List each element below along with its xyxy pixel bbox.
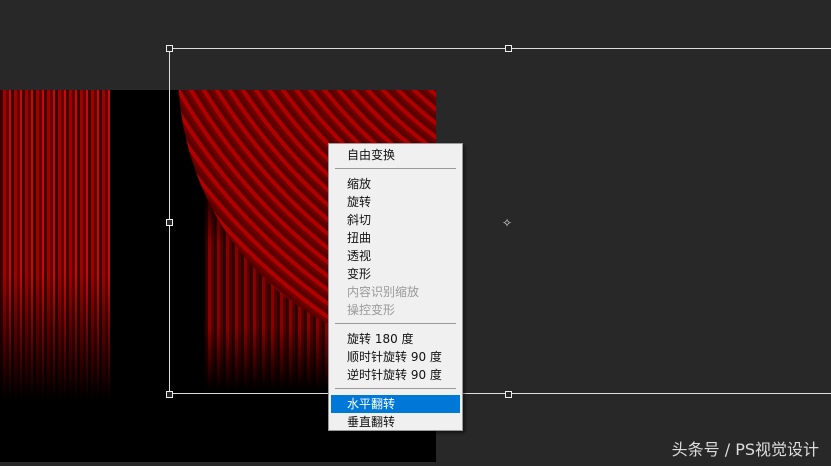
transform-handle-top-left[interactable] bbox=[166, 45, 173, 52]
menu-item[interactable]: 逆时针旋转 90 度 bbox=[331, 366, 460, 384]
context-menu: 自由变换缩放 旋转 斜切 扭曲 透视 变形内容识别缩放 操控变形旋转 180 度顺时针旋转 … bbox=[328, 143, 463, 431]
transform-handle-top[interactable] bbox=[505, 45, 512, 52]
menu-separator bbox=[335, 388, 456, 389]
menu-item: 操控变形 bbox=[347, 303, 396, 317]
transform-handle-left[interactable] bbox=[166, 219, 173, 226]
menu-item[interactable]: 水平翻转 bbox=[331, 395, 460, 413]
menu-item[interactable]: 顺时针旋转 90 度 bbox=[331, 348, 460, 366]
menu-item[interactable]: 透视 bbox=[331, 247, 460, 265]
menu-item[interactable]: 缩放 bbox=[331, 175, 460, 193]
menu-item: 内容识别缩放 bbox=[347, 285, 420, 299]
menu-item[interactable]: 变形 bbox=[331, 265, 460, 283]
watermark: 头条号 / PS视觉设计 bbox=[671, 440, 819, 459]
menu-item[interactable]: 自由变换 bbox=[331, 146, 460, 164]
menu-item[interactable]: 旋转 bbox=[331, 193, 460, 211]
menu-item[interactable]: 扭曲 bbox=[331, 229, 460, 247]
transform-handle-bottom-left[interactable] bbox=[166, 391, 173, 398]
menu-item[interactable]: 斜切 bbox=[331, 211, 460, 229]
transform-bounding-box[interactable] bbox=[169, 48, 831, 394]
menu-separator bbox=[335, 168, 456, 169]
menu-separator bbox=[335, 323, 456, 324]
transform-handle-bottom[interactable] bbox=[505, 391, 512, 398]
curtain-left bbox=[0, 90, 110, 400]
reference-point-icon[interactable]: ✧ bbox=[502, 216, 512, 230]
menu-item[interactable]: 垂直翻转 bbox=[331, 413, 460, 431]
menu-item[interactable]: 旋转 180 度 bbox=[331, 330, 460, 348]
